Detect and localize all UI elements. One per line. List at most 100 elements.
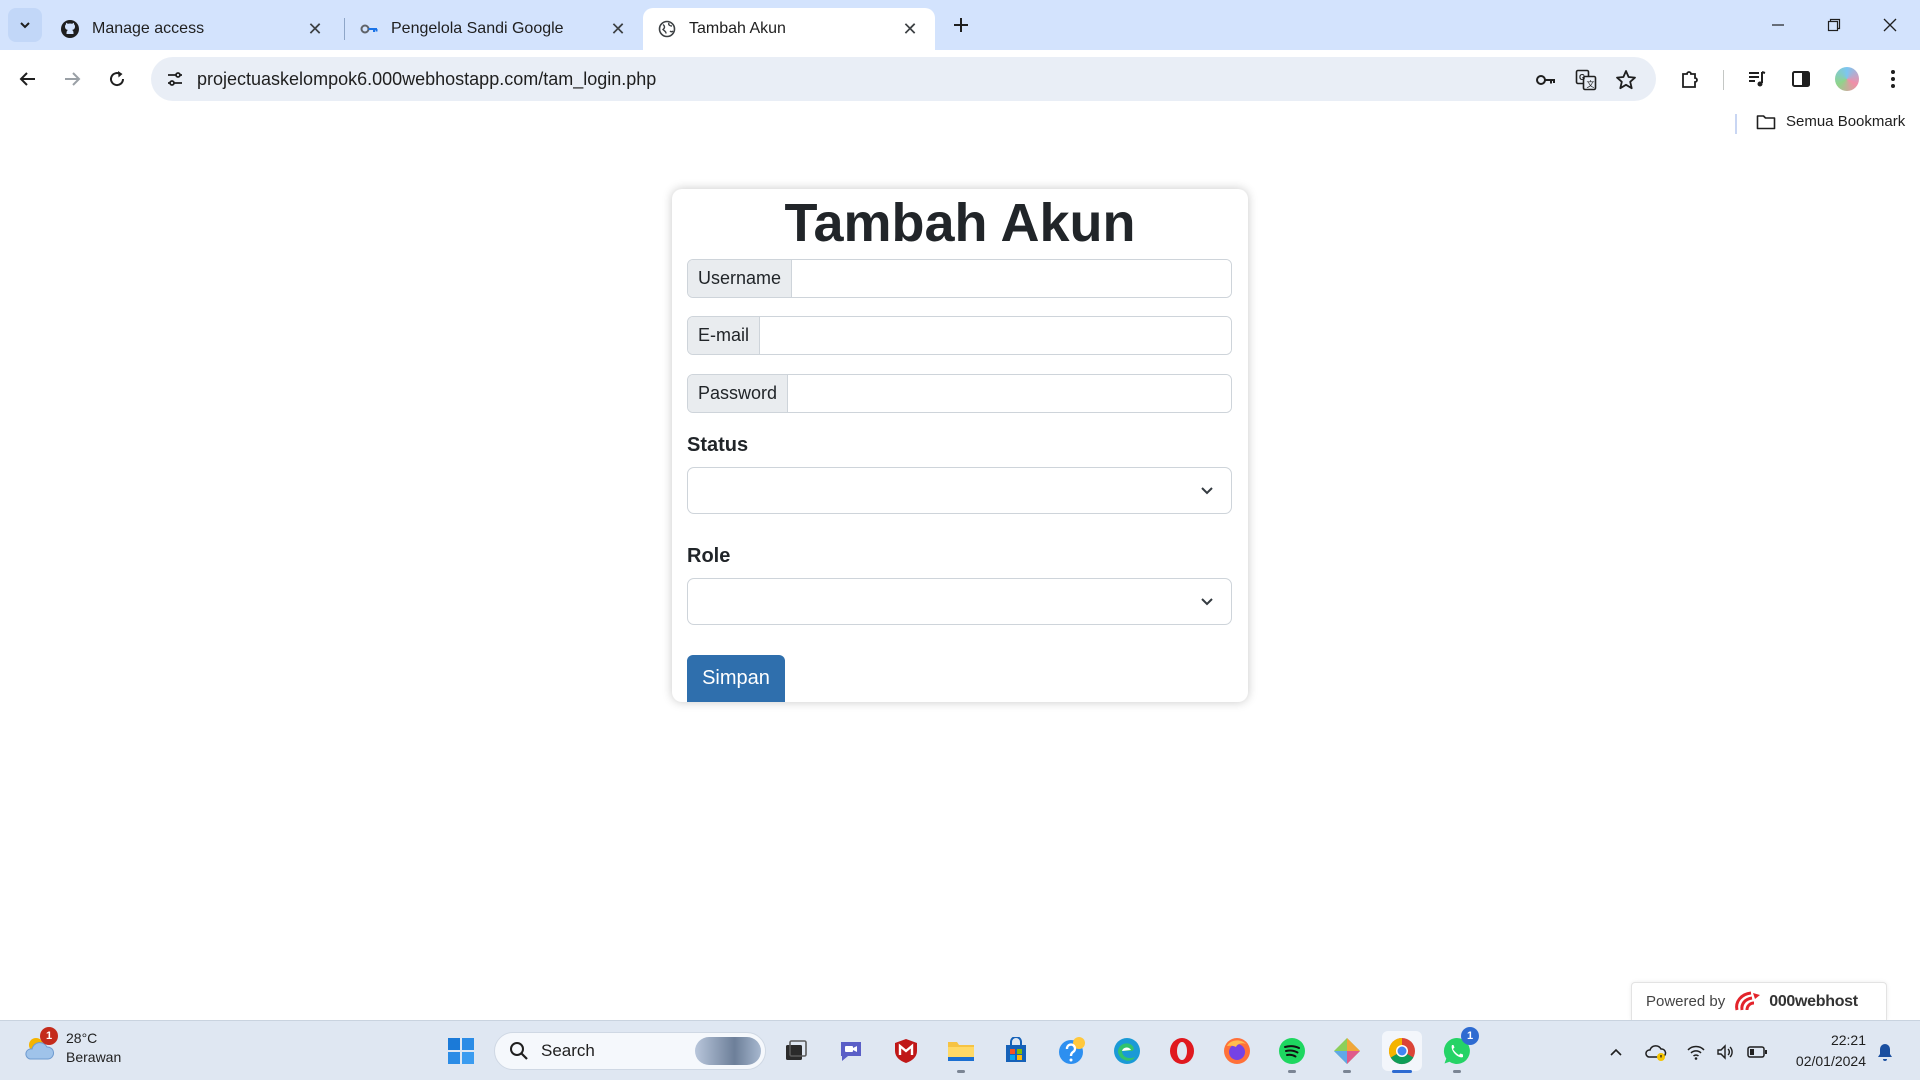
taskbar-spotify[interactable] xyxy=(1272,1031,1312,1073)
tab-pengelola-sandi[interactable]: Pengelola Sandi Google ✕ xyxy=(345,8,643,50)
browser-toolbar: projectuaskelompok6.000webhostapp.com/ta… xyxy=(0,50,1920,108)
running-indicator xyxy=(1343,1070,1351,1073)
tray-overflow-button[interactable] xyxy=(1605,1041,1627,1063)
tab-tambah-akun[interactable]: Tambah Akun ✕ xyxy=(643,8,935,50)
taskbar-whatsapp[interactable]: 1 xyxy=(1437,1027,1479,1073)
windows-icon xyxy=(448,1038,474,1064)
puzzle-icon xyxy=(1682,71,1698,88)
tray-battery[interactable] xyxy=(1746,1041,1768,1063)
chevron-down-icon xyxy=(1199,482,1215,498)
help-icon xyxy=(1059,1037,1085,1064)
edge-icon xyxy=(1114,1038,1140,1064)
chrome-icon xyxy=(1388,1037,1415,1065)
bookmark-star-button[interactable] xyxy=(1613,67,1639,93)
running-indicator xyxy=(1392,1070,1412,1073)
password-label: Password xyxy=(688,375,789,412)
powered-by-badge[interactable]: Powered by 000webhost xyxy=(1631,982,1887,1020)
bell-icon xyxy=(1878,1044,1892,1061)
taskbar-store[interactable] xyxy=(996,1031,1036,1071)
taskbar-pinned-app[interactable] xyxy=(1327,1031,1367,1073)
status-select[interactable] xyxy=(687,467,1232,514)
close-window-button[interactable] xyxy=(1862,0,1918,50)
extensions-button[interactable] xyxy=(1676,64,1706,94)
password-key-button[interactable] xyxy=(1533,67,1559,93)
speaker-icon xyxy=(1717,1044,1733,1060)
diamond-app-icon xyxy=(1334,1038,1360,1064)
tab-close-icon[interactable]: ✕ xyxy=(899,18,921,40)
notifications-button[interactable] xyxy=(1874,1041,1896,1063)
powered-by-brand: 000webhost xyxy=(1769,992,1858,1010)
side-panel-icon xyxy=(1792,71,1810,87)
minimize-button[interactable] xyxy=(1750,0,1806,50)
search-highlight-image xyxy=(695,1037,761,1065)
running-indicator xyxy=(1453,1070,1461,1073)
powered-by-text: Powered by xyxy=(1646,993,1726,1010)
star-icon xyxy=(1616,70,1636,90)
email-input[interactable] xyxy=(760,317,1231,354)
running-indicator xyxy=(957,1070,965,1073)
taskbar-firefox[interactable] xyxy=(1217,1031,1257,1071)
tab-search-button[interactable] xyxy=(8,8,42,42)
windows-taskbar: 1 28°C Berawan Search 1 22:21 02/01/2024 xyxy=(0,1020,1920,1080)
taskbar-tips[interactable] xyxy=(1052,1031,1092,1071)
username-input[interactable] xyxy=(792,260,1231,297)
svg-text:G: G xyxy=(1579,73,1585,82)
save-button[interactable]: Simpan xyxy=(687,655,785,702)
site-info-button[interactable] xyxy=(161,65,189,93)
tab-manage-access[interactable]: Manage access ✕ xyxy=(46,8,340,50)
tab-close-icon[interactable]: ✕ xyxy=(304,18,326,40)
arrow-left-icon xyxy=(19,72,35,86)
tray-wifi[interactable] xyxy=(1685,1041,1707,1063)
address-bar[interactable]: projectuaskelompok6.000webhostapp.com/ta… xyxy=(151,57,1656,101)
000webhost-logo-icon xyxy=(1733,990,1763,1014)
search-icon xyxy=(510,1042,528,1060)
restore-button[interactable] xyxy=(1806,0,1862,50)
password-input[interactable] xyxy=(788,375,1231,412)
chat-video-icon xyxy=(841,1042,861,1061)
taskbar-teams[interactable] xyxy=(831,1031,871,1071)
back-button[interactable] xyxy=(12,63,44,95)
status-label: Status xyxy=(687,434,749,456)
page-title: Tambah Akun xyxy=(784,193,1136,253)
tray-volume[interactable] xyxy=(1714,1041,1736,1063)
url-text: projectuaskelompok6.000webhostapp.com/ta… xyxy=(197,69,657,89)
translate-button[interactable]: G文 xyxy=(1573,67,1599,93)
all-bookmarks-button[interactable]: Semua Bookmark xyxy=(1756,113,1905,130)
globe-icon xyxy=(657,19,677,39)
taskbar-chrome[interactable] xyxy=(1382,1031,1422,1073)
taskbar-clock[interactable]: 22:21 02/01/2024 xyxy=(1786,1030,1866,1072)
side-panel-button[interactable] xyxy=(1786,64,1816,94)
chevron-down-icon xyxy=(20,22,30,29)
media-control-button[interactable] xyxy=(1742,64,1772,94)
taskbar-opera[interactable] xyxy=(1162,1031,1202,1071)
taskbar-search[interactable]: Search xyxy=(494,1032,766,1070)
tab-close-icon[interactable]: ✕ xyxy=(607,18,629,40)
avatar xyxy=(1835,67,1859,91)
forward-button[interactable] xyxy=(56,63,88,95)
new-tab-button[interactable] xyxy=(948,12,974,38)
svg-text:文: 文 xyxy=(1587,79,1595,89)
role-select[interactable] xyxy=(687,578,1232,625)
key-icon xyxy=(1536,75,1555,85)
email-group: E-mail xyxy=(687,316,1232,355)
start-button[interactable] xyxy=(441,1031,481,1071)
taskbar-file-explorer[interactable] xyxy=(941,1031,981,1073)
tray-onedrive[interactable] xyxy=(1645,1041,1667,1063)
profile-avatar-button[interactable] xyxy=(1832,64,1862,94)
taskbar-edge[interactable] xyxy=(1107,1031,1147,1071)
shield-m-icon xyxy=(895,1039,917,1063)
taskbar-mcafee[interactable] xyxy=(886,1031,926,1071)
cloud-warning-icon xyxy=(1645,1045,1667,1061)
weather-temperature: 28°C xyxy=(66,1030,98,1046)
taskbar-task-view[interactable] xyxy=(776,1031,816,1071)
add-account-card: Tambah Akun Username E-mail Password Sta… xyxy=(672,189,1248,702)
tab-title: Tambah Akun xyxy=(689,20,786,37)
minimize-icon xyxy=(1772,24,1784,26)
browser-menu-button[interactable] xyxy=(1878,64,1908,94)
reload-button[interactable] xyxy=(101,63,133,95)
tab-strip: Manage access ✕ Pengelola Sandi Google ✕… xyxy=(0,0,1920,50)
tune-icon xyxy=(168,72,182,86)
weather-widget[interactable]: 1 28°C Berawan xyxy=(22,1027,121,1067)
plus-icon xyxy=(954,18,968,32)
email-label: E-mail xyxy=(688,317,761,354)
